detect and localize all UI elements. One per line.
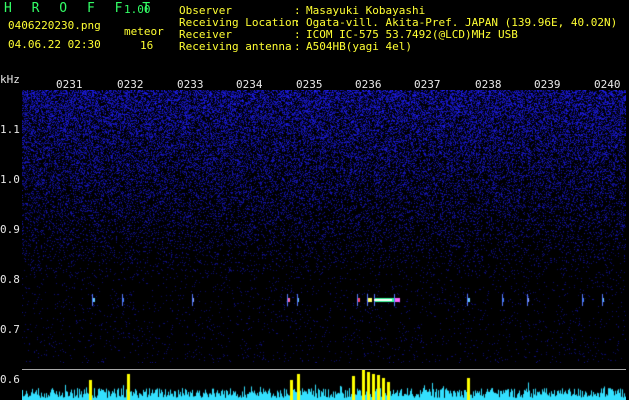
freq-tick: 0.6 — [0, 373, 20, 386]
freq-tick: 0.7 — [0, 323, 20, 336]
freq-tick: 0.8 — [0, 273, 20, 286]
freq-tick: 1.1 — [0, 123, 20, 136]
antenna-label: Receiving antenna — [179, 40, 292, 53]
y-axis-unit: kHz — [0, 73, 20, 86]
meteor-count-label: meteor — [124, 25, 164, 38]
spectrogram-plot — [22, 90, 626, 363]
app-version: 1.00 — [124, 3, 151, 16]
amplitude-panel — [22, 370, 626, 400]
meteor-count-value: 16 — [140, 39, 154, 52]
antenna-value: A504HB(yagi 4el) — [306, 40, 412, 53]
observation-datetime: 04.06.22 02:30 — [8, 38, 101, 51]
info-colon: : — [294, 40, 301, 53]
file-name: 0406220230.png — [8, 19, 101, 32]
freq-tick: 1.0 — [0, 173, 20, 186]
freq-tick: 0.9 — [0, 223, 20, 236]
